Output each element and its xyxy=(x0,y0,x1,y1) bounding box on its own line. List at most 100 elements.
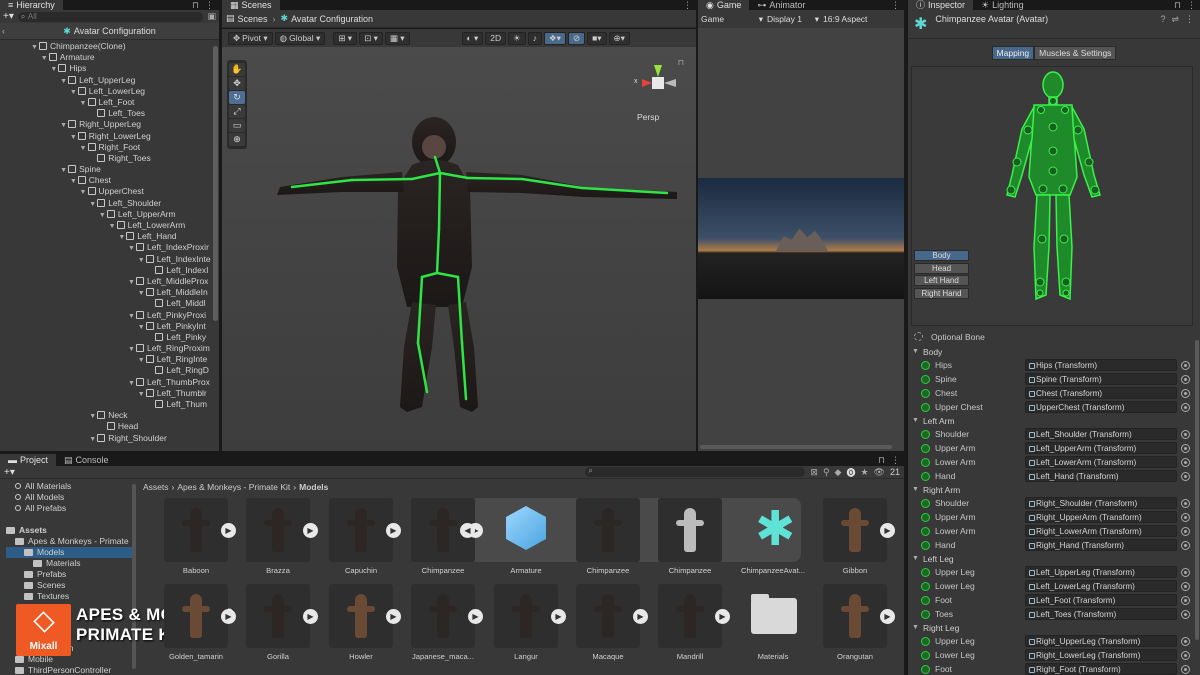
tab-lighting[interactable]: ☀ Lighting xyxy=(973,0,1032,10)
bone-transform-field[interactable]: Spine (Transform) xyxy=(1025,373,1177,385)
breadcrumb-item[interactable]: Apes & Monkeys - Primate Kit xyxy=(177,482,290,492)
hierarchy-item[interactable]: ▼ Left_ThumbProx xyxy=(30,377,219,388)
hierarchy-item[interactable]: ▼ Left_RingInte xyxy=(30,354,219,365)
asset-item[interactable]: ▶ Mandrill xyxy=(650,584,730,661)
body-part-button-body[interactable]: Body xyxy=(914,250,969,261)
bone-status-icon[interactable] xyxy=(921,457,930,467)
body-part-button-right-hand[interactable]: Right Hand xyxy=(914,287,969,299)
bone-status-icon[interactable] xyxy=(921,595,930,605)
foldout-arrow-icon[interactable]: ▼ xyxy=(912,348,919,355)
asset-item[interactable]: Materials xyxy=(733,584,813,661)
project-tree-item[interactable]: Textures xyxy=(6,591,136,602)
hierarchy-item[interactable]: ▼ Left_IndexInte xyxy=(30,254,219,265)
move-tool-icon[interactable]: ✥ xyxy=(229,77,245,90)
bone-status-icon[interactable] xyxy=(921,498,930,508)
foldout-arrow-icon[interactable]: ▼ xyxy=(912,555,919,562)
bone-status-icon[interactable] xyxy=(921,402,930,412)
bone-status-icon[interactable] xyxy=(921,374,930,384)
favorite-icon[interactable]: ★ xyxy=(860,467,868,478)
bone-status-icon[interactable] xyxy=(921,429,930,439)
hierarchy-item[interactable]: ▼ Left_LowerLeg xyxy=(30,86,219,97)
collapse-asset-icon[interactable]: ◀ xyxy=(460,523,475,538)
y-axis-cone[interactable] xyxy=(654,65,662,77)
hierarchy-item[interactable]: Left_IndexI xyxy=(30,265,219,276)
warning-filter-icon[interactable]: ⓿ xyxy=(846,466,855,479)
game-mode-dropdown[interactable]: Game ▾ xyxy=(701,14,763,25)
scene-viewport[interactable]: ✋ ✥ ↻ ⤢ ▭ ⊕ ⊓ x Persp xyxy=(222,47,696,451)
body-part-button-head[interactable]: Head xyxy=(914,262,969,274)
lighting-toggle[interactable]: ☀ xyxy=(508,31,526,45)
hierarchy-item[interactable]: ▼ Left_MiddleProx xyxy=(30,276,219,287)
hierarchy-item[interactable]: ▼ Right_LowerLeg xyxy=(30,131,219,142)
more-menu-icon[interactable]: ⋮ xyxy=(205,0,214,11)
expand-asset-icon[interactable]: ▶ xyxy=(221,609,236,624)
hierarchy-item[interactable]: ▼ Left_UpperLeg xyxy=(30,75,219,86)
hierarchy-item[interactable]: ▼ Right_Shoulder xyxy=(30,433,219,444)
lock-icon[interactable]: ⊓ xyxy=(1174,0,1181,11)
project-tree-item[interactable]: Materials xyxy=(6,558,136,569)
bone-transform-field[interactable]: Right_UpperArm (Transform) xyxy=(1025,511,1177,523)
scene-icon[interactable]: ▣ xyxy=(207,11,216,22)
hierarchy-item[interactable]: Left_Thum xyxy=(30,399,219,410)
search-filter-icon[interactable]: ⊠ xyxy=(810,467,818,478)
breadcrumb-item[interactable]: Assets xyxy=(143,482,169,492)
gizmo-cube[interactable] xyxy=(652,77,664,89)
add-icon[interactable]: +▾ xyxy=(3,11,14,22)
hierarchy-item[interactable]: ▼ Chimpanzee(Clone) xyxy=(30,41,219,52)
expand-asset-icon[interactable]: ▶ xyxy=(221,523,236,538)
lock-icon[interactable]: ⊓ xyxy=(678,58,684,67)
camera-dropdown[interactable]: ■ ▾ xyxy=(587,31,607,45)
object-picker-icon[interactable] xyxy=(1181,471,1190,481)
object-picker-icon[interactable] xyxy=(1181,457,1190,467)
expand-asset-icon[interactable]: ▶ xyxy=(303,609,318,624)
bone-transform-field[interactable]: Right_Foot (Transform) xyxy=(1025,663,1177,675)
project-tree-item[interactable]: All Models xyxy=(6,492,136,503)
bone-group-header[interactable]: ▼ Right Leg xyxy=(908,621,1200,634)
body-part-button-left-hand[interactable]: Left Hand xyxy=(914,275,969,286)
project-tree-item[interactable]: Scenes xyxy=(6,580,136,591)
hand-tool-icon[interactable]: ✋ xyxy=(229,63,245,76)
hierarchy-item[interactable]: ▼ Chest xyxy=(30,175,219,186)
hidden-objects-toggle[interactable]: ⊘ xyxy=(567,31,586,45)
increment-snap-button[interactable]: ⊡ ▾ xyxy=(359,31,383,45)
bone-status-icon[interactable] xyxy=(921,567,930,577)
hierarchy-item[interactable]: ▼ Armature xyxy=(30,52,219,63)
bone-status-icon[interactable] xyxy=(921,650,930,660)
back-arrow-icon[interactable]: ‹ xyxy=(2,26,5,36)
asset-item[interactable]: ▶ Howler xyxy=(321,584,401,661)
projection-label[interactable]: Persp xyxy=(637,112,659,122)
object-picker-icon[interactable] xyxy=(1181,360,1190,370)
hierarchy-item[interactable]: ▼ Left_Shoulder xyxy=(30,198,219,209)
hierarchy-item[interactable]: ▼ Left_PinkyProxi xyxy=(30,310,219,321)
grid-snap-dropdown[interactable]: ⊞ ▾ xyxy=(333,31,358,45)
help-icon[interactable]: ? xyxy=(1160,14,1165,25)
expand-asset-icon[interactable]: ▶ xyxy=(880,523,895,538)
bone-transform-field[interactable]: Right_Shoulder (Transform) xyxy=(1025,497,1177,509)
tab-inspector[interactable]: ⓘ Inspector xyxy=(908,0,974,10)
bone-group-header[interactable]: ▼ Right Arm xyxy=(908,483,1200,496)
expand-asset-icon[interactable]: ▶ xyxy=(633,609,648,624)
object-picker-icon[interactable] xyxy=(1181,650,1190,660)
bone-transform-field[interactable]: Left_Toes (Transform) xyxy=(1025,608,1177,620)
game-view[interactable] xyxy=(698,178,904,299)
object-picker-icon[interactable] xyxy=(1181,567,1190,577)
object-picker-icon[interactable] xyxy=(1181,498,1190,508)
project-tree-item[interactable]: Models xyxy=(6,547,136,558)
type-filter-icon[interactable]: ⚲ xyxy=(823,467,830,478)
bone-transform-field[interactable]: Left_Shoulder (Transform) xyxy=(1025,428,1177,440)
x-axis-cone[interactable] xyxy=(642,79,652,87)
object-picker-icon[interactable] xyxy=(1181,636,1190,646)
asset-item[interactable]: Chimpanzee xyxy=(650,498,730,575)
object-picker-icon[interactable] xyxy=(1181,388,1190,398)
game-scrollbar[interactable] xyxy=(700,445,892,449)
hierarchy-item[interactable]: ▼ Left_UpperArm xyxy=(30,209,219,220)
asset-item[interactable]: ▶ Capuchin xyxy=(321,498,401,575)
bone-status-icon[interactable] xyxy=(921,664,930,674)
project-tree-item[interactable]: All Materials xyxy=(6,481,136,492)
asset-item[interactable]: Chimpanzee xyxy=(568,498,648,575)
asset-item[interactable]: ▶ Gorilla xyxy=(238,584,318,661)
object-picker-icon[interactable] xyxy=(1181,540,1190,550)
mapping-tab[interactable]: Mapping xyxy=(991,45,1035,60)
mode-2d-button[interactable]: 2D xyxy=(485,31,507,45)
hierarchy-item[interactable]: ▼ UpperChest xyxy=(30,186,219,197)
